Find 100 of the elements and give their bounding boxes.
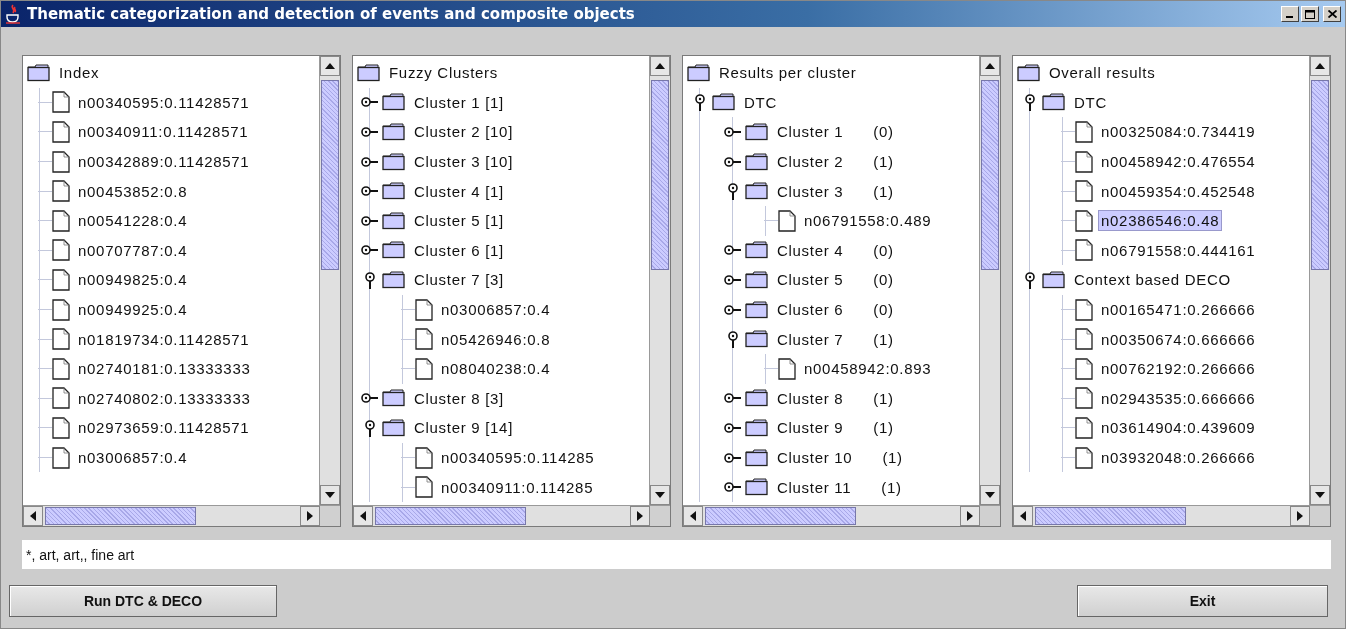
scroll-thumb[interactable] <box>651 80 669 271</box>
file-icon <box>415 328 433 351</box>
tree-item[interactable]: n00165471:0.266666 <box>1099 300 1258 320</box>
run-button[interactable]: Run DTC & DECO <box>9 585 277 617</box>
tree-item[interactable]: Fuzzy Clusters <box>387 63 500 83</box>
scroll-thumb[interactable] <box>981 80 999 271</box>
tree-item[interactable]: n06791558:0.489 <box>802 211 934 231</box>
scroll-thumb[interactable] <box>705 507 857 525</box>
tree-item[interactable]: Cluster 1 [1] <box>412 92 506 112</box>
tree-item[interactable]: n02740181:0.13333333 <box>76 359 253 379</box>
horizontal-scrollbar[interactable] <box>23 506 320 526</box>
horizontal-scrollbar[interactable] <box>353 506 650 526</box>
tree-item[interactable]: n00340911:0.114285 <box>439 477 596 497</box>
tree-item[interactable]: Cluster 3 <box>775 181 846 201</box>
scroll-left-button[interactable] <box>353 506 373 526</box>
tree-item[interactable]: n08040238:0.4 <box>439 359 553 379</box>
tree-item[interactable]: n00458942:0.476554 <box>1099 152 1258 172</box>
tree-item[interactable]: n02740802:0.13333333 <box>76 388 253 408</box>
tree-item[interactable]: Index <box>57 63 102 83</box>
scroll-thumb[interactable] <box>1035 507 1187 525</box>
tree-item[interactable]: n00458942:0.893 <box>802 359 934 379</box>
vertical-scrollbar[interactable] <box>319 56 340 505</box>
tree-item[interactable]: Cluster 7 [3] <box>412 270 506 290</box>
tree-item[interactable]: n00459354:0.452548 <box>1099 181 1258 201</box>
tree-item[interactable]: n00949925:0.4 <box>76 300 190 320</box>
tree-item[interactable]: Cluster 8 [3] <box>412 388 506 408</box>
scroll-left-button[interactable] <box>683 506 703 526</box>
tree-item[interactable]: n00453852:0.8 <box>76 181 190 201</box>
file-icon <box>52 180 70 203</box>
scroll-right-button[interactable] <box>300 506 320 526</box>
vertical-scrollbar[interactable] <box>1309 56 1330 505</box>
tree-item[interactable]: n05426946:0.8 <box>439 329 553 349</box>
horizontal-scrollbar[interactable] <box>1013 506 1310 526</box>
vertical-scrollbar[interactable] <box>979 56 1000 505</box>
tree-item[interactable]: Cluster 10 <box>775 448 855 467</box>
tree-item[interactable]: n00340595:0.114285 <box>439 448 597 467</box>
scroll-up-button[interactable] <box>650 56 670 76</box>
scroll-left-button[interactable] <box>1013 506 1033 526</box>
scroll-thumb[interactable] <box>375 507 527 525</box>
tree-item[interactable]: Cluster 2 [10] <box>412 122 515 142</box>
tree-item[interactable]: Cluster 4 <box>775 240 846 260</box>
tree-item[interactable]: n00541228:0.4 <box>76 211 190 231</box>
tree-item[interactable]: Overall results <box>1047 63 1158 83</box>
tree-item[interactable]: n02973659:0.11428571 <box>76 418 252 438</box>
scroll-up-button[interactable] <box>980 56 1000 76</box>
tree-item[interactable]: Cluster 5 <box>775 270 846 290</box>
tree-item[interactable]: n00350674:0.666666 <box>1099 329 1258 349</box>
scroll-thumb[interactable] <box>321 80 339 271</box>
scroll-thumb[interactable] <box>45 507 197 525</box>
query-field[interactable]: *, art, art,, fine art <box>22 540 1331 569</box>
tree-item[interactable]: n00762192:0.266666 <box>1099 359 1258 379</box>
tree-item[interactable]: DTC <box>742 92 779 112</box>
tree-item[interactable]: Cluster 11 <box>775 477 854 497</box>
down-arrow-icon <box>985 492 995 498</box>
tree-item[interactable]: Cluster 4 [1] <box>412 181 506 201</box>
tree-item[interactable]: n03006857:0.4 <box>76 448 190 467</box>
scroll-down-button[interactable] <box>1310 485 1330 505</box>
tree-item[interactable]: n01819734:0.11428571 <box>76 329 252 349</box>
horizontal-scrollbar[interactable] <box>683 506 980 526</box>
tree-item[interactable]: n00949825:0.4 <box>76 270 190 290</box>
scroll-up-button[interactable] <box>1310 56 1330 76</box>
scroll-right-button[interactable] <box>630 506 650 526</box>
scroll-thumb[interactable] <box>1311 80 1329 271</box>
tree-item[interactable]: n02386546:0.48 <box>1099 211 1222 231</box>
tree-item[interactable]: n00340595:0.11428571 <box>76 92 252 112</box>
tree-item[interactable]: n03614904:0.439609 <box>1099 418 1258 438</box>
scroll-right-button[interactable] <box>960 506 980 526</box>
tree-item[interactable]: Cluster 3 [10] <box>412 152 515 172</box>
tree-item[interactable]: Cluster 6 [1] <box>412 240 506 260</box>
scroll-right-button[interactable] <box>1290 506 1310 526</box>
tree-item[interactable]: Cluster 2 <box>775 152 846 172</box>
scroll-left-button[interactable] <box>23 506 43 526</box>
scroll-down-button[interactable] <box>650 485 670 505</box>
folder-icon <box>382 389 406 408</box>
tree-item[interactable]: n03006857:0.4 <box>439 300 553 320</box>
scroll-down-button[interactable] <box>980 485 1000 505</box>
tree-item[interactable]: Results per cluster <box>717 63 859 83</box>
vertical-scrollbar[interactable] <box>649 56 670 505</box>
tree-item[interactable]: n00707787:0.4 <box>76 240 190 260</box>
tree-item[interactable]: n06791558:0.444161 <box>1099 240 1258 260</box>
tree-item[interactable]: Cluster 5 [1] <box>412 211 506 231</box>
tree-item[interactable]: Cluster 7 <box>775 329 846 349</box>
exit-button[interactable]: Exit <box>1077 585 1328 617</box>
tree-item[interactable]: n02943535:0.666666 <box>1099 388 1258 408</box>
tree-item[interactable]: Cluster 9 [14] <box>412 418 515 438</box>
tree-item[interactable]: n03932048:0.266666 <box>1099 448 1258 467</box>
scroll-up-button[interactable] <box>320 56 340 76</box>
tree-item[interactable]: Context based DECO <box>1072 270 1233 290</box>
tree-item[interactable]: n00342889:0.11428571 <box>76 152 252 172</box>
tree-item[interactable]: Cluster 1 <box>775 122 846 142</box>
tree-item[interactable]: DTC <box>1072 92 1109 112</box>
tree-item[interactable]: n00325084:0.734419 <box>1099 122 1258 142</box>
close-button[interactable] <box>1323 6 1341 22</box>
tree-item[interactable]: Cluster 9 <box>775 418 846 438</box>
maximize-button[interactable] <box>1301 6 1319 22</box>
tree-item[interactable]: n00340911:0.11428571 <box>76 122 251 142</box>
tree-item[interactable]: Cluster 6 <box>775 300 846 320</box>
tree-item[interactable]: Cluster 8 <box>775 388 846 408</box>
scroll-down-button[interactable] <box>320 485 340 505</box>
minimize-button[interactable] <box>1281 6 1299 22</box>
